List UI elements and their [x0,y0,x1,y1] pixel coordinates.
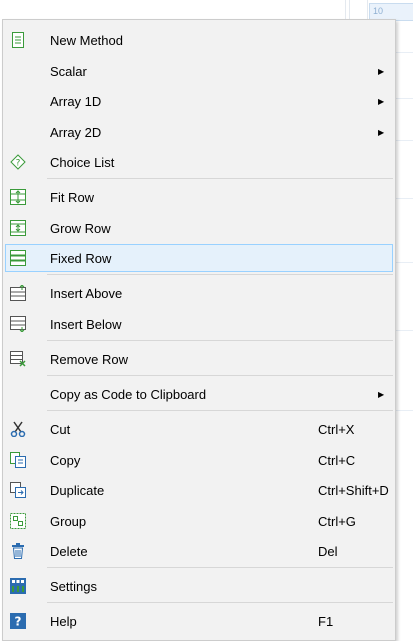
menu-item-duplicate[interactable]: Duplicate Ctrl+Shift+D [5,476,393,504]
settings-icon [10,578,26,594]
help-icon: ? [10,613,26,629]
insert-above-icon [10,284,26,301]
group-icon [10,513,26,529]
menu-item-label: Grow Row [50,220,111,236]
svg-text:?: ? [15,615,22,629]
menu-item-label: Settings [50,578,97,594]
shortcut-label: Del [318,543,338,559]
menu-item-array-2d[interactable]: Array 2D ▶ [5,118,393,146]
cut-icon [10,421,26,438]
copy-icon [10,452,26,468]
menu-item-label: Choice List [50,154,115,170]
background-cell-label: 10 [373,6,384,16]
menu-separator [47,340,393,341]
menu-item-label: Copy as Code to Clipboard [50,386,207,402]
menu-item-label: Delete [50,543,88,559]
menu-separator [47,274,393,275]
delete-icon [10,543,26,559]
menu-item-label: Insert Above [50,285,123,301]
menu-item-scalar[interactable]: Scalar ▶ [5,57,393,85]
shortcut-label: Ctrl+G [318,513,356,529]
menu-item-label: Scalar [50,63,87,79]
menu-item-group[interactable]: Group Ctrl+G [5,507,393,535]
fit-row-icon [10,189,26,205]
menu-separator [47,567,393,568]
fixed-row-icon [10,250,26,266]
submenu-arrow-icon: ▶ [378,389,385,399]
menu-item-grow-row[interactable]: Grow Row [5,214,393,242]
context-menu: New Method Scalar ▶ Array 1D ▶ Array 2D … [2,19,396,641]
shortcut-label: Ctrl+Shift+D [318,482,389,498]
menu-item-fixed-row[interactable]: Fixed Row [5,244,393,272]
menu-item-label: Copy [50,452,81,468]
menu-item-insert-below[interactable]: Insert Below [5,310,393,338]
shortcut-label: Ctrl+X [318,421,355,437]
menu-item-label: Insert Below [50,316,122,332]
menu-item-fit-row[interactable]: Fit Row [5,183,393,211]
menu-item-label: Fixed Row [50,250,112,266]
shortcut-label: Ctrl+C [318,452,356,468]
menu-item-label: Array 1D [50,93,102,109]
menu-separator [47,375,393,376]
choice-list-icon: ? [10,154,26,170]
menu-item-label: Duplicate [50,482,105,498]
submenu-arrow-icon: ▶ [378,66,385,76]
menu-item-remove-row[interactable]: Remove Row [5,345,393,373]
menu-item-label: Remove Row [50,351,129,367]
remove-row-icon [10,351,26,367]
menu-item-help[interactable]: ? Help F1 [5,607,393,635]
submenu-arrow-icon: ▶ [378,127,385,137]
menu-item-label: Help [50,613,77,629]
menu-separator [47,178,393,179]
menu-item-choice-list[interactable]: ? Choice List [5,148,393,176]
new-method-icon [10,32,26,48]
menu-item-label: Group [50,513,87,529]
menu-item-copy-as-code[interactable]: Copy as Code to Clipboard ▶ [5,380,393,408]
menu-item-label: New Method [50,32,123,48]
menu-item-cut[interactable]: Cut Ctrl+X [5,415,393,443]
menu-item-copy[interactable]: Copy Ctrl+C [5,446,393,474]
menu-item-delete[interactable]: Delete Del [5,537,393,565]
submenu-arrow-icon: ▶ [378,96,385,106]
menu-item-label: Cut [50,421,71,437]
menu-item-settings[interactable]: Settings [5,572,393,600]
svg-text:?: ? [16,159,21,169]
menu-item-new-method[interactable]: New Method [5,26,393,54]
menu-item-array-1d[interactable]: Array 1D ▶ [5,87,393,115]
menu-item-insert-above[interactable]: Insert Above [5,279,393,307]
menu-separator [47,602,393,603]
menu-item-label: Fit Row [50,189,95,205]
insert-below-icon [10,316,26,333]
menu-separator [47,410,393,411]
shortcut-label: F1 [318,613,334,629]
menu-item-label: Array 2D [50,124,102,140]
duplicate-icon [10,482,26,498]
grow-row-icon [10,220,26,236]
